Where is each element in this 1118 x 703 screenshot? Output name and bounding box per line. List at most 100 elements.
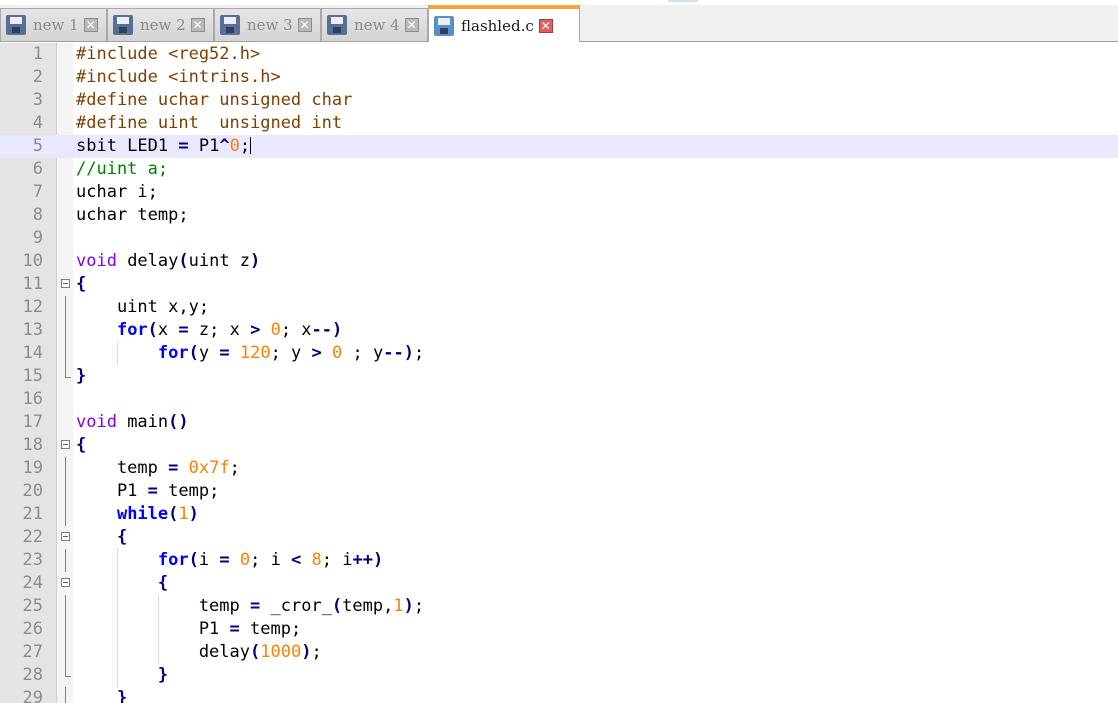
code-text[interactable]: { bbox=[76, 572, 168, 595]
code-text[interactable]: for(x = z; x > 0; x--) bbox=[76, 319, 342, 342]
code-line[interactable]: 24 { bbox=[0, 572, 1118, 595]
code-text[interactable]: void delay(uint z) bbox=[76, 250, 260, 273]
fold-guide-line bbox=[65, 503, 66, 526]
code-line[interactable]: 17 void main() bbox=[0, 411, 1118, 434]
code-text[interactable]: temp = 0x7f; bbox=[76, 457, 240, 480]
code-token: > bbox=[250, 320, 261, 340]
code-token: 1 bbox=[393, 596, 404, 616]
code-line[interactable]: 26 P1 = temp; bbox=[0, 618, 1118, 641]
code-token: () bbox=[168, 412, 189, 432]
close-tab-icon[interactable]: ✕ bbox=[297, 18, 312, 32]
code-text[interactable]: #include <reg52.h> bbox=[76, 43, 260, 66]
tab-new-1[interactable]: new 1 ✕ bbox=[0, 8, 107, 41]
code-text[interactable]: uchar temp; bbox=[76, 204, 189, 227]
code-line[interactable]: 2 #include <intrins.h> bbox=[0, 66, 1118, 89]
code-token: while bbox=[116, 504, 169, 524]
code-text[interactable]: while(1) bbox=[76, 503, 199, 526]
code-text[interactable]: for(y = 120; y > 0 ; y--); bbox=[76, 342, 424, 365]
code-line[interactable]: 29 } bbox=[0, 687, 1118, 703]
fold-toggle-icon[interactable] bbox=[61, 440, 70, 449]
line-number: 8 bbox=[32, 205, 43, 225]
close-tab-icon[interactable]: ✕ bbox=[190, 18, 205, 32]
code-text[interactable]: uint x,y; bbox=[76, 296, 209, 319]
code-token: P1 bbox=[76, 619, 230, 639]
code-text[interactable]: } bbox=[76, 664, 168, 687]
code-text[interactable]: { bbox=[76, 434, 86, 457]
save-disk-icon bbox=[326, 14, 348, 36]
code-token: #define uint unsigned int bbox=[76, 113, 343, 133]
code-token: = bbox=[168, 458, 179, 478]
tab-label: new 4 bbox=[354, 16, 400, 34]
code-line[interactable]: 9 bbox=[0, 227, 1118, 250]
code-line[interactable]: 13 for(x = z; x > 0; x--) bbox=[0, 319, 1118, 342]
code-token: 0 bbox=[239, 550, 251, 570]
code-text[interactable]: { bbox=[76, 273, 86, 296]
code-line[interactable]: 16 bbox=[0, 388, 1118, 411]
code-text[interactable]: } bbox=[76, 687, 127, 703]
code-line[interactable]: 18 { bbox=[0, 434, 1118, 457]
code-text[interactable]: sbit LED1 = P1^0; bbox=[76, 135, 252, 158]
tab-label: new 2 bbox=[140, 16, 186, 34]
fold-toggle-icon[interactable] bbox=[61, 532, 70, 541]
code-token: ++ bbox=[352, 550, 373, 570]
tab-new-3[interactable]: new 3 ✕ bbox=[214, 8, 321, 41]
fold-guide-line bbox=[65, 549, 66, 572]
code-text[interactable]: #include <intrins.h> bbox=[76, 66, 281, 89]
code-text[interactable]: #define uchar unsigned char bbox=[76, 89, 352, 112]
code-line[interactable]: 22 { bbox=[0, 526, 1118, 549]
code-editor[interactable]: 1 #include <reg52.h> 2 #include <intrins.h>… bbox=[0, 43, 1118, 703]
code-text[interactable]: delay(1000); bbox=[76, 641, 322, 664]
tab-new-2[interactable]: new 2 ✕ bbox=[107, 8, 214, 41]
tab-new-4[interactable]: new 4 ✕ bbox=[321, 8, 428, 41]
code-token: #define uchar unsigned char bbox=[76, 90, 353, 110]
code-line[interactable]: 5 sbit LED1 = P1^0; bbox=[0, 135, 1118, 158]
code-text[interactable]: for(i = 0; i < 8; i++) bbox=[76, 549, 383, 572]
code-line[interactable]: 3 #define uchar unsigned char bbox=[0, 89, 1118, 112]
code-line[interactable]: 1 #include <reg52.h> bbox=[0, 43, 1118, 66]
code-token: -- bbox=[311, 320, 333, 340]
line-number: 4 bbox=[32, 113, 43, 133]
line-number: 25 bbox=[22, 596, 43, 616]
code-text[interactable]: //uint a; bbox=[76, 158, 168, 181]
code-token: -- bbox=[383, 343, 404, 363]
save-disk-icon bbox=[433, 15, 455, 37]
code-line[interactable]: 8 uchar temp; bbox=[0, 204, 1118, 227]
code-line[interactable]: 28 } bbox=[0, 664, 1118, 687]
fold-toggle-icon[interactable] bbox=[61, 279, 70, 288]
code-token: ; y bbox=[342, 343, 384, 363]
code-token: ^ bbox=[219, 136, 230, 156]
save-disk-icon bbox=[112, 14, 134, 36]
fold-toggle-icon[interactable] bbox=[61, 578, 70, 587]
code-text[interactable]: P1 = temp; bbox=[76, 480, 219, 503]
close-tab-icon[interactable]: ✕ bbox=[83, 18, 98, 32]
code-line[interactable]: 11 { bbox=[0, 273, 1118, 296]
code-text[interactable]: P1 = temp; bbox=[76, 618, 301, 641]
code-line[interactable]: 12 uint x,y; bbox=[0, 296, 1118, 319]
code-line[interactable]: 20 P1 = temp; bbox=[0, 480, 1118, 503]
code-line[interactable]: 23 for(i = 0; i < 8; i++) bbox=[0, 549, 1118, 572]
code-line[interactable]: 14 for(y = 120; y > 0 ; y--); bbox=[0, 342, 1118, 365]
tab-flashled-c[interactable]: flashled.c ✕ bbox=[428, 5, 580, 42]
code-text[interactable]: uchar i; bbox=[76, 181, 158, 204]
close-tab-icon[interactable]: ✕ bbox=[404, 18, 419, 32]
close-tab-icon[interactable]: ✕ bbox=[538, 18, 553, 33]
code-token: { bbox=[116, 527, 128, 547]
code-text[interactable]: { bbox=[76, 526, 127, 549]
code-line[interactable]: 4 #define uint unsigned int bbox=[0, 112, 1118, 135]
code-text[interactable]: } bbox=[76, 365, 86, 388]
code-text[interactable]: void main() bbox=[76, 411, 189, 434]
code-line[interactable]: 19 temp = 0x7f; bbox=[0, 457, 1118, 480]
code-line[interactable]: 25 temp = _cror_(temp,1); bbox=[0, 595, 1118, 618]
code-line[interactable]: 15} bbox=[0, 365, 1118, 388]
line-number: 14 bbox=[22, 343, 43, 363]
code-text[interactable]: temp = _cror_(temp,1); bbox=[76, 595, 424, 618]
code-line[interactable]: 27 delay(1000); bbox=[0, 641, 1118, 664]
code-line[interactable]: 10 void delay(uint z) bbox=[0, 250, 1118, 273]
code-line[interactable]: 21 while(1) bbox=[0, 503, 1118, 526]
code-line[interactable]: 6 //uint a; bbox=[0, 158, 1118, 181]
line-number: 1 bbox=[32, 44, 43, 64]
code-token: ( bbox=[188, 550, 199, 570]
code-line[interactable]: 7 uchar i; bbox=[0, 181, 1118, 204]
code-text[interactable]: #define uint unsigned int bbox=[76, 112, 342, 135]
code-token: //uint a; bbox=[76, 159, 169, 179]
